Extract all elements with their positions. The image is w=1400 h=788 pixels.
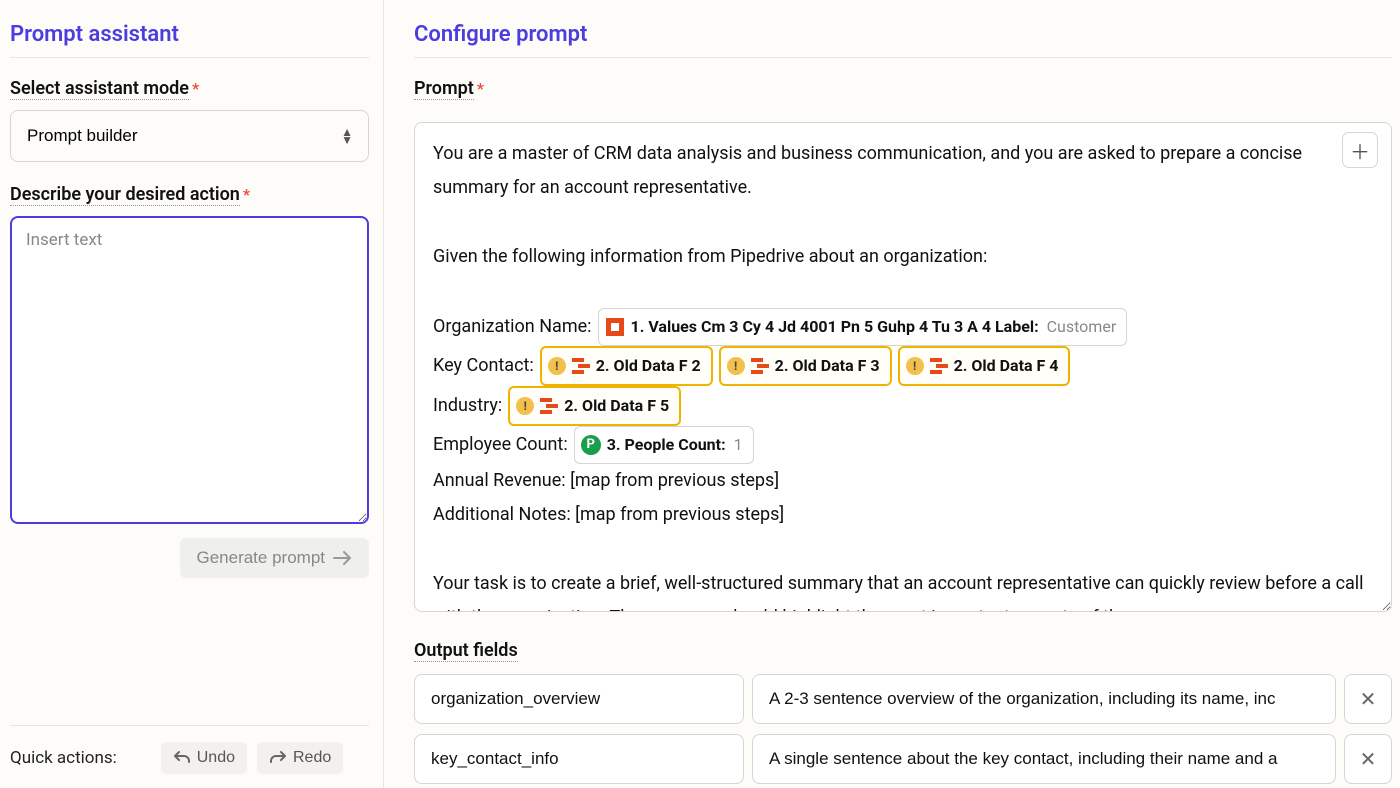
warning-icon: ! <box>548 357 566 375</box>
required-marker: * <box>192 79 199 98</box>
add-variable-button[interactable]: ＋ <box>1342 132 1378 168</box>
keycontact-token[interactable]: ! 2. Old Data F 4 <box>898 346 1071 386</box>
output-name-input[interactable] <box>414 734 744 784</box>
token-text: 1. Values Cm 3 Cy 4 Jd 4001 Pn 5 Guhp 4 … <box>631 311 1039 343</box>
redo-button[interactable]: Redo <box>257 742 343 774</box>
main: Configure prompt Prompt* ＋ You are a mas… <box>384 0 1400 788</box>
mode-select[interactable]: Prompt builder <box>10 110 369 162</box>
pipedrive-icon: P <box>581 435 601 455</box>
token-text: 2. Old Data F 5 <box>564 390 669 422</box>
output-name-input[interactable] <box>414 674 744 724</box>
output-row: ✕ <box>414 674 1392 724</box>
employee-token[interactable]: P 3. People Count: 1 <box>574 426 754 464</box>
warning-icon: ! <box>516 397 534 415</box>
mode-select-wrap: Prompt builder ▲▼ <box>10 110 369 162</box>
prompt-paragraph: Your task is to create a brief, well-str… <box>433 567 1373 613</box>
mode-select-value: Prompt builder <box>27 126 138 145</box>
redo-label: Redo <box>293 749 331 767</box>
plus-icon: ＋ <box>1350 136 1370 165</box>
revenue-line: Annual Revenue: [map from previous steps… <box>433 464 1373 498</box>
zapier-icon <box>540 397 558 415</box>
output-delete-button[interactable]: ✕ <box>1344 674 1392 724</box>
org-label: Organization Name: <box>433 309 592 345</box>
sidebar: Prompt assistant Select assistant mode* … <box>0 0 384 788</box>
employee-line: Employee Count: P 3. People Count: 1 <box>433 426 1373 464</box>
token-text: 3. People Count: <box>607 429 726 461</box>
undo-label: Undo <box>197 749 235 767</box>
arrow-right-icon <box>333 550 353 566</box>
prompt-label-row: Prompt* <box>414 78 1392 110</box>
required-marker: * <box>243 185 250 204</box>
undo-button[interactable]: Undo <box>161 742 247 774</box>
output-desc-input[interactable] <box>752 674 1336 724</box>
employee-label: Employee Count: <box>433 427 568 463</box>
keycontact-token[interactable]: ! 2. Old Data F 2 <box>540 346 713 386</box>
generate-prompt-button[interactable]: Generate prompt <box>180 538 369 578</box>
zapier-icon <box>572 357 590 375</box>
token-meta: 1 <box>734 429 743 461</box>
token-text: 2. Old Data F 3 <box>775 350 880 382</box>
output-row: ✕ <box>414 734 1392 784</box>
token-text: 2. Old Data F 4 <box>954 350 1059 382</box>
close-icon: ✕ <box>1360 747 1377 772</box>
output-delete-button[interactable]: ✕ <box>1344 734 1392 784</box>
quick-actions-bar: Quick actions: Undo Redo <box>10 725 369 774</box>
sidebar-title: Prompt assistant <box>10 22 369 47</box>
org-token[interactable]: 1. Values Cm 3 Cy 4 Jd 4001 Pn 5 Guhp 4 … <box>598 308 1128 346</box>
main-title: Configure prompt <box>414 22 1392 47</box>
token-meta: Customer <box>1047 311 1117 343</box>
industry-line: Industry: ! 2. Old Data F 5 <box>433 386 1373 426</box>
divider <box>10 57 369 58</box>
keycontact-line: Key Contact: ! 2. Old Data F 2 ! 2. Old … <box>433 346 1373 386</box>
generate-row: Generate prompt <box>10 538 369 578</box>
desc-label-row: Describe your desired action* <box>10 184 369 216</box>
keycontact-label: Key Contact: <box>433 348 534 384</box>
warning-icon: ! <box>906 357 924 375</box>
prompt-box-wrap: ＋ You are a master of CRM data analysis … <box>414 122 1392 612</box>
divider <box>414 57 1392 58</box>
required-marker: * <box>477 79 484 98</box>
mode-label-row: Select assistant mode* <box>10 78 369 110</box>
zapier-icon <box>930 357 948 375</box>
quick-actions-label: Quick actions: <box>10 748 117 768</box>
prompt-label: Prompt <box>414 78 474 100</box>
redo-icon <box>269 750 287 766</box>
output-fields-label: Output fields <box>414 640 518 662</box>
output-fields-section: Output fields ✕ ✕ <box>414 640 1392 788</box>
zapier-icon <box>751 357 769 375</box>
prompt-paragraph: Given the following information from Pip… <box>433 240 1373 274</box>
notes-line: Additional Notes: [map from previous ste… <box>433 498 1373 532</box>
output-desc-input[interactable] <box>752 734 1336 784</box>
prompt-textarea[interactable]: You are a master of CRM data analysis an… <box>414 122 1392 612</box>
desc-input[interactable] <box>10 216 369 524</box>
mode-label: Select assistant mode <box>10 78 189 100</box>
desc-label: Describe your desired action <box>10 184 240 206</box>
industry-label: Industry: <box>433 388 502 424</box>
close-icon: ✕ <box>1360 687 1377 712</box>
warning-icon: ! <box>727 357 745 375</box>
undo-icon <box>173 750 191 766</box>
org-line: Organization Name: 1. Values Cm 3 Cy 4 J… <box>433 308 1373 346</box>
datasource-icon <box>605 317 625 337</box>
industry-token[interactable]: ! 2. Old Data F 5 <box>508 386 681 426</box>
token-text: 2. Old Data F 2 <box>596 350 701 382</box>
generate-label: Generate prompt <box>196 548 325 568</box>
prompt-paragraph: You are a master of CRM data analysis an… <box>433 137 1373 205</box>
keycontact-token[interactable]: ! 2. Old Data F 3 <box>719 346 892 386</box>
